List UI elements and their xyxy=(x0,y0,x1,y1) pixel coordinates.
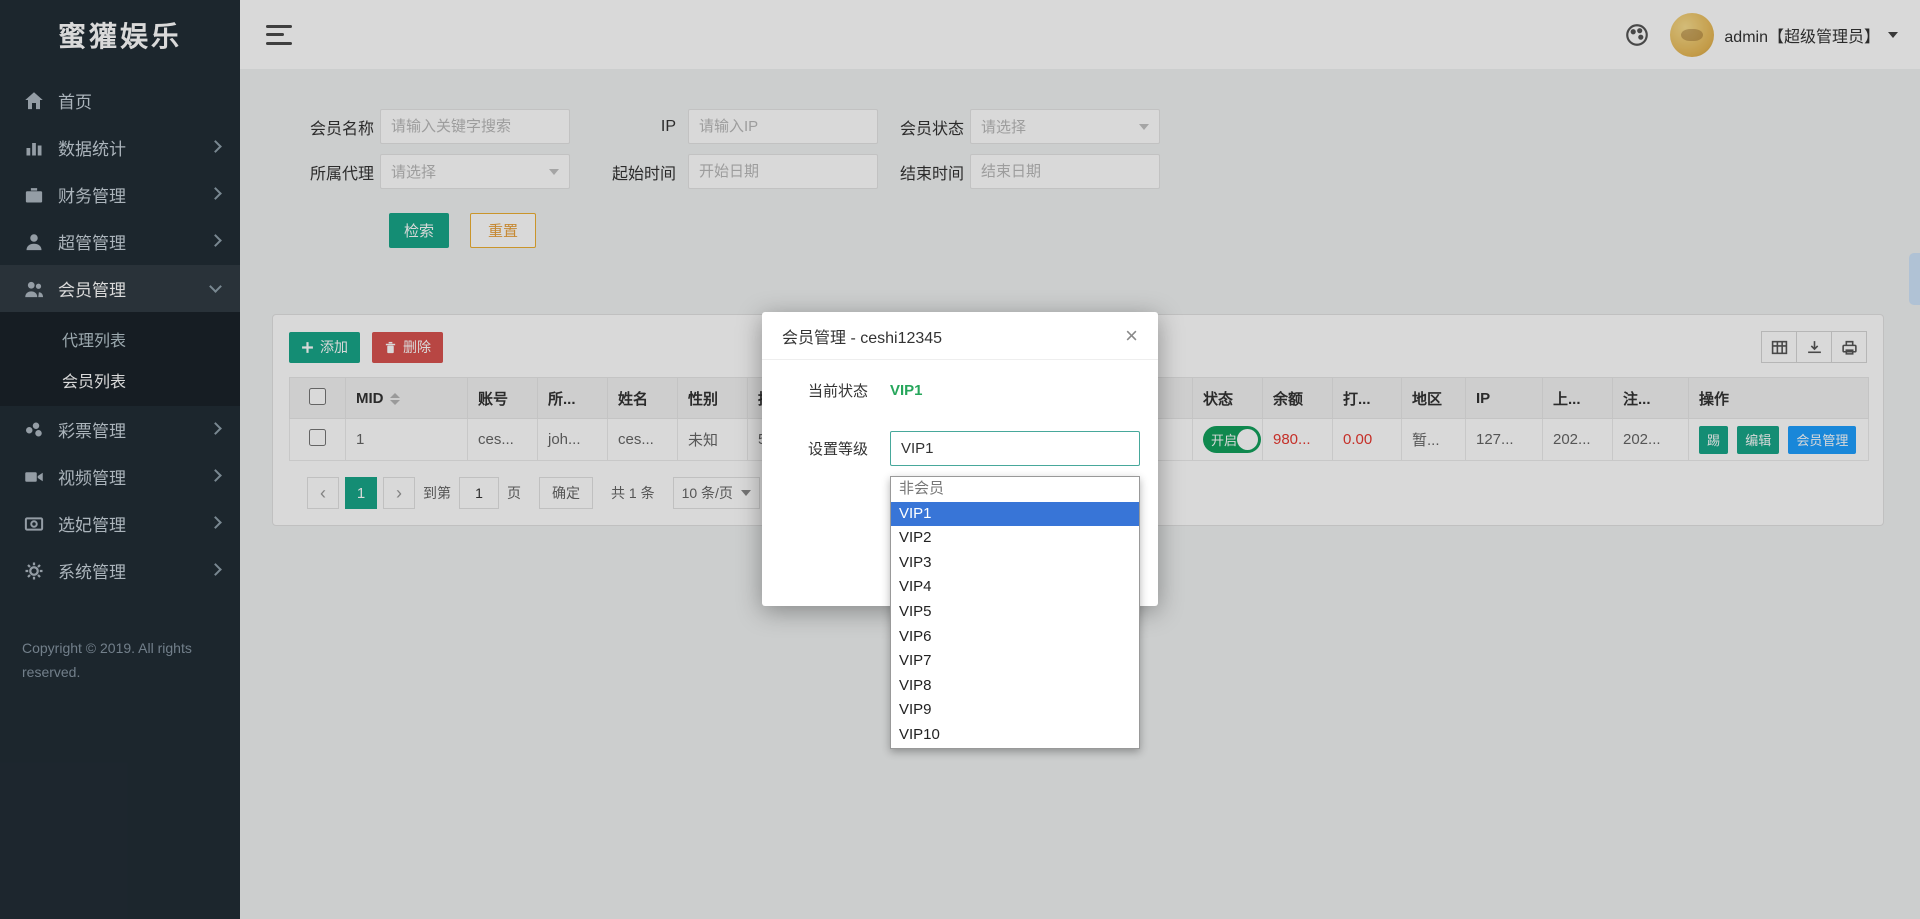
current-status-label: 当前状态 xyxy=(808,380,890,401)
level-select-value: VIP1 xyxy=(901,440,934,457)
level-select[interactable]: VIP1 xyxy=(890,431,1140,466)
set-level-row: 设置等级 VIP1 xyxy=(762,431,1158,466)
level-option-6[interactable]: VIP6 xyxy=(891,625,1139,650)
set-level-label: 设置等级 xyxy=(808,438,890,459)
level-option-2[interactable]: VIP2 xyxy=(891,526,1139,551)
modal-header: 会员管理 - ceshi12345 × xyxy=(762,312,1158,360)
close-icon[interactable]: × xyxy=(1125,325,1138,347)
current-status-row: 当前状态 VIP1 xyxy=(762,380,1158,401)
level-option-5[interactable]: VIP5 xyxy=(891,600,1139,625)
level-option-4[interactable]: VIP4 xyxy=(891,575,1139,600)
level-option-1[interactable]: VIP1 xyxy=(891,502,1139,527)
current-status-value: VIP1 xyxy=(890,382,923,399)
level-option-3[interactable]: VIP3 xyxy=(891,551,1139,576)
level-option-9[interactable]: VIP9 xyxy=(891,698,1139,723)
modal-title: 会员管理 - ceshi12345 xyxy=(782,324,942,348)
level-dropdown: 非会员 VIP1 VIP2 VIP3 VIP4 VIP5 VIP6 VIP7 V… xyxy=(890,476,1140,749)
level-option-0[interactable]: 非会员 xyxy=(891,477,1139,502)
page: 蜜獾娱乐 首页 数据统计 财务管理 xyxy=(0,0,1920,919)
level-option-8[interactable]: VIP8 xyxy=(891,674,1139,699)
level-option-10[interactable]: VIP10 xyxy=(891,723,1139,748)
level-option-7[interactable]: VIP7 xyxy=(891,649,1139,674)
